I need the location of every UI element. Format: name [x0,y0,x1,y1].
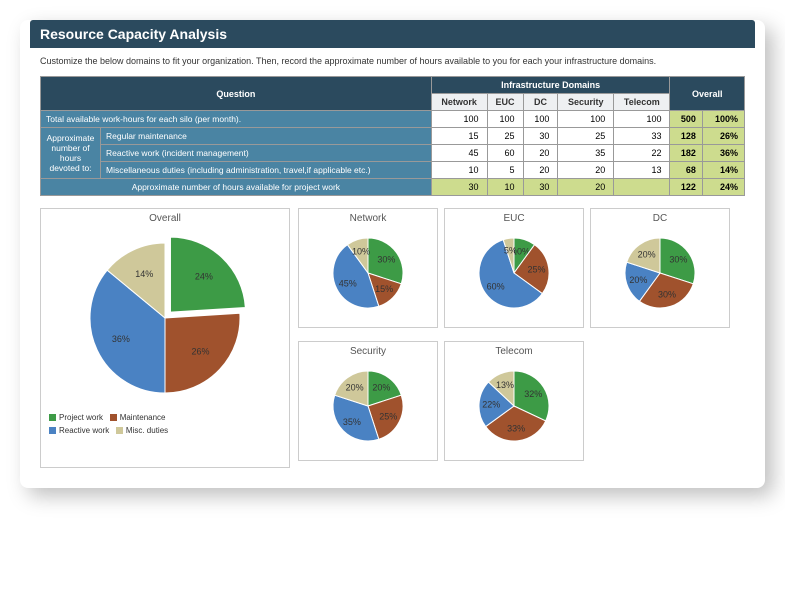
header-overall: Overall [670,77,745,111]
pie-network: 30% 15% 45% 10% [313,228,423,318]
svg-text:14%: 14% [135,269,153,279]
table-row: Total available work-hours for each silo… [41,111,745,128]
instruction-text: Customize the below domains to fit your … [40,56,745,66]
chart-security: Security 20%25%35%20% [298,341,438,461]
swatch-project-icon [49,414,56,421]
svg-text:30%: 30% [669,255,687,265]
col-dc: DC [523,94,558,111]
svg-text:30%: 30% [377,255,395,265]
svg-text:25%: 25% [379,411,397,421]
chart-euc: EUC 10%25%60%5% [444,208,584,328]
charts-area: Overall 24%26%36%14% Project work Mainte… [40,208,745,468]
svg-text:15%: 15% [375,284,393,294]
chart-telecom: Telecom 32%33%22%13% [444,341,584,461]
col-telecom: Telecom [614,94,670,111]
chart-grid: Network 30%15%45%10% EUC 10%25%60%5% DC … [298,208,730,468]
svg-text:13%: 13% [496,380,514,390]
svg-text:33%: 33% [507,424,525,434]
col-security: Security [558,94,614,111]
swatch-maintenance-icon [110,414,117,421]
svg-text:45%: 45% [339,278,357,288]
chart-dc: DC 30%30%20%20% [590,208,730,328]
swatch-misc-icon [116,427,123,434]
svg-text:26%: 26% [192,346,210,356]
svg-text:24%: 24% [195,272,213,282]
pie-euc: 10%25%60%5% [459,228,569,318]
chart-network: Network 30%15%45%10% [298,208,438,328]
chart-overall: Overall 24%26%36%14% Project work Mainte… [40,208,290,468]
pie-dc: 30% 30% 20% 20% [605,228,715,318]
svg-text:60%: 60% [487,281,505,291]
legend: Project work Maintenance Reactive work M… [41,408,289,442]
col-network: Network [431,94,487,111]
table-row: Approximate number of hours available fo… [41,179,745,196]
svg-text:20%: 20% [346,383,364,393]
pie-overall: 24% 26% 36% 14% [65,228,265,408]
swatch-reactive-icon [49,427,56,434]
svg-text:10%: 10% [352,246,370,256]
pie-telecom: 32% 33% 22% 13% [459,361,569,451]
svg-text:36%: 36% [112,334,130,344]
svg-text:20%: 20% [638,250,656,260]
svg-text:25%: 25% [527,264,545,274]
svg-text:32%: 32% [524,389,542,399]
analysis-card: Resource Capacity Analysis Customize the… [20,20,765,488]
table-row: Reactive work (incident management) 45 6… [41,145,745,162]
pie-security: 20% 25% 35% 20% [313,361,423,451]
capacity-table: Question Infrastructure Domains Overall … [40,76,745,196]
header-domains: Infrastructure Domains [431,77,670,94]
svg-text:35%: 35% [343,417,361,427]
header-question: Question [41,77,432,111]
svg-text:5%: 5% [504,246,517,256]
svg-text:20%: 20% [629,275,647,285]
svg-text:30%: 30% [658,290,676,300]
table-row: Miscellaneous duties (including administ… [41,162,745,179]
svg-text:22%: 22% [482,400,500,410]
col-euc: EUC [487,94,523,111]
table-row: Approximate number of hours devoted to: … [41,128,745,145]
svg-text:20%: 20% [372,383,390,393]
page-title: Resource Capacity Analysis [30,20,755,48]
